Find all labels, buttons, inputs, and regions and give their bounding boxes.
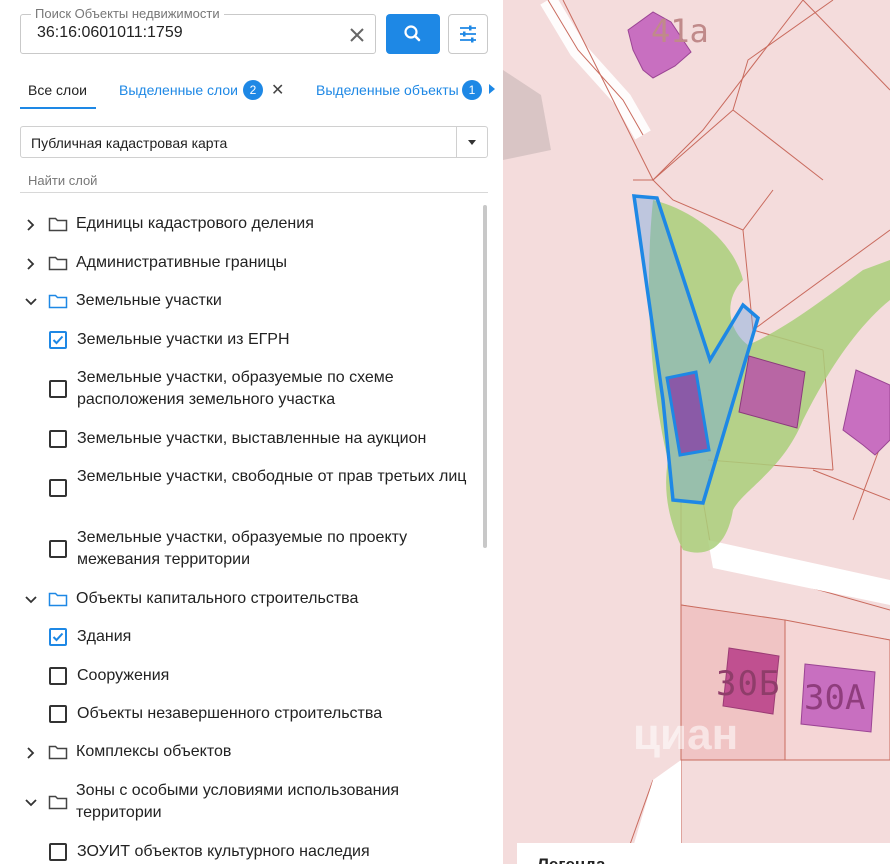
filter-settings-button[interactable] xyxy=(448,14,488,54)
layer-item-free-plots[interactable]: Земельные участки, свободные от прав тре… xyxy=(0,466,480,510)
folder-icon xyxy=(48,255,68,271)
search-icon xyxy=(386,25,440,58)
legend-panel[interactable]: Легенда xyxy=(517,843,890,864)
layer-item-heritage-zones[interactable]: ЗОУИТ объектов культурного наследия xyxy=(0,841,480,863)
layer-group-label: Комплексы объектов xyxy=(76,743,232,760)
layer-group-label: Единицы кадастрового деления xyxy=(76,215,314,232)
layers-scrollbar[interactable] xyxy=(483,205,487,548)
layer-item-label: Здания xyxy=(77,628,132,645)
layers-panel: Поиск Объекты недвижимости Все слои Выде… xyxy=(0,0,503,864)
selected-objects-count-badge: 1 xyxy=(462,80,482,100)
layer-group-admin-borders[interactable]: Административные границы xyxy=(0,252,480,274)
layer-item-label: Земельные участки из ЕГРН xyxy=(77,331,290,348)
chevron-right-icon[interactable] xyxy=(24,217,38,231)
layer-item-scheme-plots[interactable]: Земельные участки, образуемые по схеме р… xyxy=(0,367,480,411)
layer-item-structures[interactable]: Сооружения xyxy=(0,665,480,687)
checkbox[interactable] xyxy=(49,705,67,723)
house-number-label: 30Б xyxy=(716,664,781,704)
search-label: Поиск Объекты недвижимости xyxy=(31,6,224,21)
layer-group-label: Земельные участки xyxy=(76,292,222,309)
chevron-right-icon[interactable] xyxy=(24,256,38,270)
watermark: циан xyxy=(633,710,739,759)
layer-group-label: Зоны с особыми условиями использования т… xyxy=(76,782,400,821)
layer-group-capital-construction[interactable]: Объекты капитального строительства xyxy=(0,588,480,610)
house-number-label: 41а xyxy=(651,12,709,50)
layer-item-label: Земельные участки, образуемые по проекту… xyxy=(77,529,408,568)
layer-group-land-plots[interactable]: Земельные участки xyxy=(0,290,480,312)
layer-item-label: Сооружения xyxy=(77,667,170,684)
search-input[interactable] xyxy=(35,23,339,43)
folder-icon xyxy=(48,794,68,810)
active-tab-indicator xyxy=(20,107,96,109)
tab-all-layers[interactable]: Все слои xyxy=(28,82,87,98)
chevron-down-icon[interactable] xyxy=(24,294,38,308)
dropdown-arrow-icon[interactable] xyxy=(456,127,487,157)
layer-item-label: Земельные участки, свободные от прав тре… xyxy=(77,468,467,485)
search-field[interactable]: Поиск Объекты недвижимости xyxy=(20,6,376,54)
find-layer-placeholder: Найти слой xyxy=(28,173,98,188)
folder-icon xyxy=(48,293,68,309)
search-button[interactable] xyxy=(386,14,440,54)
layer-item-label: Объекты незавершенного строительства xyxy=(77,705,383,722)
checkbox[interactable] xyxy=(49,479,67,497)
layer-tabs: Все слои Выделенные слои 2 ✕ Выделенные … xyxy=(20,72,503,110)
layer-item-label: Земельные участки, выставленные на аукци… xyxy=(77,430,427,447)
checkbox[interactable] xyxy=(49,540,67,558)
legend-title: Легенда xyxy=(537,855,605,864)
layer-group-label: Объекты капитального строительства xyxy=(76,590,359,607)
layer-group-complexes[interactable]: Комплексы объектов xyxy=(0,741,480,763)
folder-icon xyxy=(48,216,68,232)
tab-selected-objects[interactable]: Выделенные объекты xyxy=(316,82,459,98)
checkbox-checked[interactable] xyxy=(49,331,67,349)
layer-group-label: Административные границы xyxy=(76,254,288,271)
selected-layers-count-badge: 2 xyxy=(243,80,263,100)
map-type-value: Публичная кадастровая карта xyxy=(31,135,228,151)
sliders-icon xyxy=(449,25,487,57)
folder-icon xyxy=(48,591,68,607)
tabs-scroll-right-icon[interactable] xyxy=(487,82,497,101)
cadastral-map[interactable]: 41а 30Б 30А циан Легенда xyxy=(503,0,890,864)
checkbox[interactable] xyxy=(49,380,67,398)
checkbox[interactable] xyxy=(49,667,67,685)
layer-item-label: Земельные участки, образуемые по схеме р… xyxy=(77,369,394,408)
close-icon[interactable]: ✕ xyxy=(271,80,284,100)
layer-item-label: ЗОУИТ объектов культурного наследия xyxy=(77,843,370,860)
chevron-right-icon[interactable] xyxy=(24,745,38,759)
layer-group-special-zones[interactable]: Зоны с особыми условиями использования т… xyxy=(0,780,480,824)
layer-item-egrn-plots[interactable]: Земельные участки из ЕГРН xyxy=(0,329,480,351)
layer-item-auction-plots[interactable]: Земельные участки, выставленные на аукци… xyxy=(0,428,480,450)
checkbox-checked[interactable] xyxy=(49,628,67,646)
tab-selected-layers[interactable]: Выделенные слои xyxy=(119,82,238,98)
chevron-down-icon[interactable] xyxy=(24,795,38,809)
layer-item-unfinished[interactable]: Объекты незавершенного строительства xyxy=(0,703,480,725)
checkbox[interactable] xyxy=(49,843,67,861)
folder-icon xyxy=(48,744,68,760)
find-layer-input[interactable]: Найти слой xyxy=(20,172,488,193)
layer-item-buildings[interactable]: Здания xyxy=(0,626,480,648)
house-number-label: 30А xyxy=(804,678,866,718)
map-type-select[interactable]: Публичная кадастровая карта xyxy=(20,126,488,158)
checkbox[interactable] xyxy=(49,430,67,448)
clear-icon[interactable] xyxy=(345,23,369,47)
layer-group-cadastral-division[interactable]: Единицы кадастрового деления xyxy=(0,213,480,235)
layer-item-survey-plots[interactable]: Земельные участки, образуемые по проекту… xyxy=(0,527,480,571)
chevron-down-icon[interactable] xyxy=(24,592,38,606)
